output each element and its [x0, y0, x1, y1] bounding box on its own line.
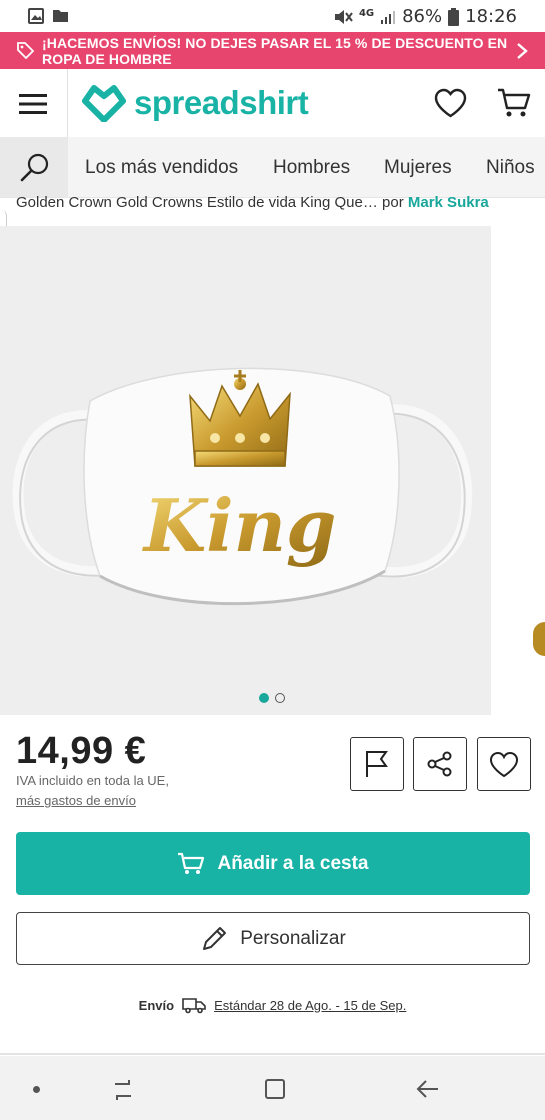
- header-divider: [67, 69, 68, 137]
- product-title-line: Golden Crown Gold Crowns Estilo de vida …: [16, 194, 536, 211]
- battery-percent: 86%: [402, 6, 443, 27]
- product-image[interactable]: King: [0, 226, 491, 715]
- clock: 18:26: [465, 6, 517, 27]
- face-mask-image: King: [12, 367, 473, 606]
- hamburger-menu-icon[interactable]: [19, 93, 47, 115]
- by-label: por: [382, 194, 404, 211]
- heart-icon[interactable]: [434, 88, 467, 118]
- cart-icon[interactable]: [497, 88, 531, 119]
- carousel-dot-1[interactable]: [259, 693, 269, 703]
- report-button[interactable]: [350, 737, 404, 791]
- status-bar: 4G 86% 18:26: [0, 0, 545, 32]
- search-icon: [20, 153, 49, 182]
- nav-item-women[interactable]: Mujeres: [384, 157, 452, 179]
- delivery-estimate-link[interactable]: Estándar 28 de Ago. - 15 de Sep.: [214, 998, 406, 1013]
- home-icon[interactable]: [264, 1078, 286, 1100]
- mask-king-text: King: [142, 483, 337, 568]
- status-left-icons: [28, 8, 69, 24]
- dot-icon[interactable]: [33, 1086, 40, 1093]
- carousel-dot-2[interactable]: [275, 693, 285, 703]
- flag-icon: [366, 751, 388, 777]
- promo-text: ¡HACEMOS ENVÍOS! NO DEJES PASAR EL 15 % …: [42, 35, 508, 67]
- nav-item-men[interactable]: Hombres: [273, 157, 350, 179]
- gallery-icon: [28, 8, 44, 24]
- nav-item-kids[interactable]: Niños: [486, 157, 545, 179]
- next-image-peek: [533, 622, 545, 656]
- add-to-cart-label: Añadir a la cesta: [217, 852, 369, 874]
- cart-icon: [178, 852, 205, 874]
- recent-apps-icon[interactable]: [111, 1078, 135, 1102]
- add-to-cart-button[interactable]: Añadir a la cesta: [16, 832, 530, 895]
- share-button[interactable]: [413, 737, 467, 791]
- folder-icon: [53, 10, 68, 22]
- status-right: 4G 86% 18:26: [333, 6, 517, 27]
- battery-icon: [448, 7, 460, 26]
- share-icon: [427, 751, 452, 777]
- logo-text: spreadshirt: [134, 84, 309, 121]
- shipping-costs-link[interactable]: más gastos de envío: [16, 793, 136, 808]
- promo-banner[interactable]: ¡HACEMOS ENVÍOS! NO DEJES PASAR EL 15 % …: [0, 32, 545, 69]
- product-price: 14,99 €: [16, 730, 147, 772]
- logo-heart-icon: [82, 85, 126, 122]
- delivery-label: Envío: [138, 997, 175, 1013]
- nav-item-best-sellers[interactable]: Los más vendidos: [85, 157, 238, 179]
- signal-icon: [381, 10, 396, 24]
- delivery-info: Envío Estándar 28 de Ago. - 15 de Sep.: [0, 996, 545, 1014]
- vat-note: IVA incluido en toda la UE,: [16, 773, 169, 788]
- truck-icon: [182, 998, 206, 1014]
- heart-outline-icon: [489, 751, 519, 777]
- pencil-icon: [203, 926, 227, 950]
- chevron-right-icon[interactable]: [516, 42, 528, 60]
- product-title: Golden Crown Gold Crowns Estilo de vida …: [16, 194, 378, 211]
- wishlist-button[interactable]: [477, 737, 531, 791]
- system-navigation-bar: [0, 1056, 545, 1120]
- customize-button[interactable]: Personalizar: [16, 912, 530, 965]
- customize-label: Personalizar: [240, 927, 346, 949]
- back-icon[interactable]: [416, 1078, 440, 1100]
- tag-icon: [17, 42, 34, 59]
- content-bottom-divider: [0, 1053, 545, 1055]
- nav-search-button[interactable]: [0, 137, 68, 197]
- mute-icon: [334, 9, 353, 24]
- network-type: 4G: [358, 8, 375, 19]
- author-link[interactable]: Mark Sukra: [408, 194, 489, 211]
- logo[interactable]: spreadshirt: [82, 84, 309, 122]
